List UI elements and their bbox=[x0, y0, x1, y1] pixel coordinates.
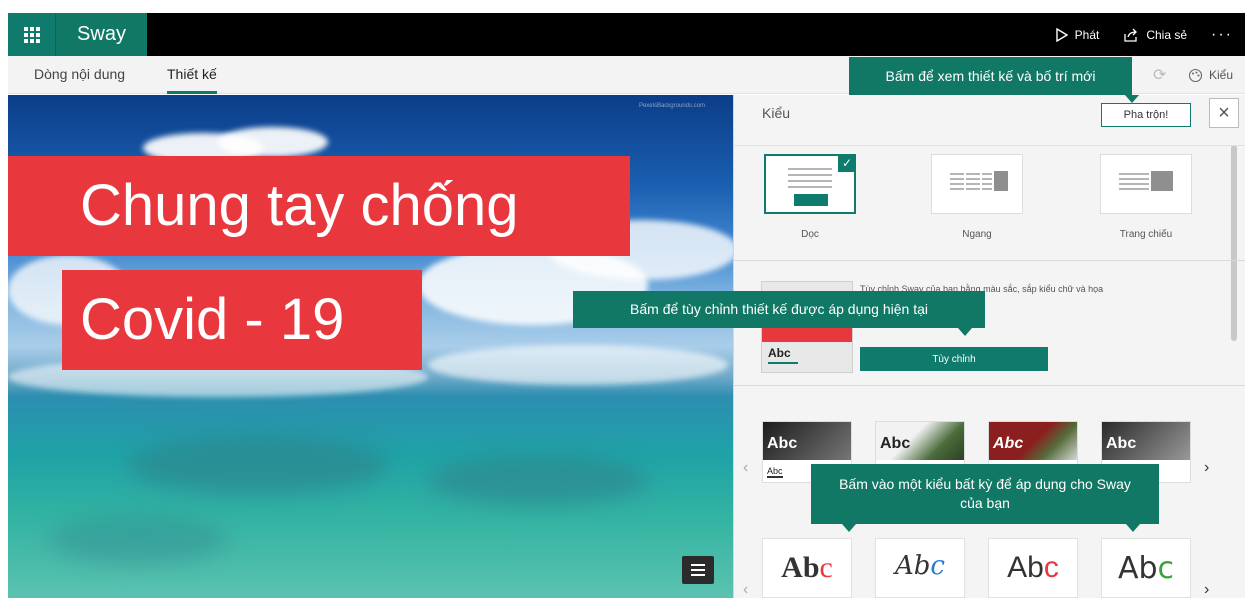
remix-button[interactable]: Pha trộn! bbox=[1101, 103, 1191, 127]
design-tooltip: Bấm để xem thiết kế và bố trí mới bbox=[849, 57, 1139, 103]
style-card-sample: Abc bbox=[880, 435, 911, 452]
font-style-sample: Abc bbox=[1007, 551, 1059, 584]
app-name[interactable]: Sway bbox=[55, 13, 147, 56]
checkmark-icon: ✓ bbox=[838, 154, 856, 172]
font-style-card[interactable]: Abc bbox=[762, 538, 852, 598]
share-label: Chia sẻ bbox=[1146, 27, 1188, 42]
image-watermark: PexelsBackgrounds.com bbox=[638, 103, 705, 109]
top-actions: Phát Chia sẻ ··· bbox=[1055, 13, 1245, 56]
styles-button[interactable]: Kiểu bbox=[1188, 56, 1233, 94]
layout-vertical[interactable]: ✓ Dọc bbox=[760, 154, 860, 240]
more-options-button[interactable]: ··· bbox=[1211, 26, 1233, 44]
prev-styles-button[interactable]: ‹ bbox=[743, 459, 748, 477]
title-caption-line-1: Chung tay chống bbox=[8, 156, 630, 256]
layout-slides-label: Trang chiếu bbox=[1119, 229, 1173, 240]
play-button[interactable]: Phát bbox=[1055, 27, 1100, 42]
style-card-subtext: Abc bbox=[767, 466, 783, 478]
style-card-sample: Abc bbox=[1106, 435, 1137, 452]
layout-vertical-thumbnail: ✓ bbox=[764, 154, 856, 214]
font-style-card[interactable]: Abc bbox=[875, 538, 965, 598]
share-button[interactable]: Chia sẻ bbox=[1123, 28, 1187, 42]
redo-icon: ⟳ bbox=[1153, 67, 1167, 84]
next-styles-button[interactable]: › bbox=[1204, 459, 1209, 477]
share-icon bbox=[1124, 28, 1138, 42]
layout-horizontal-thumbnail bbox=[931, 154, 1023, 214]
app-launcher-button[interactable] bbox=[8, 13, 55, 56]
play-icon bbox=[1055, 27, 1068, 42]
layout-horizontal-label: Ngang bbox=[962, 229, 992, 240]
font-style-sample: Abc bbox=[895, 551, 945, 581]
styles-button-label: Kiểu bbox=[1208, 68, 1233, 82]
tab-design[interactable]: Thiết kế bbox=[167, 56, 217, 94]
list-icon bbox=[691, 564, 705, 566]
layout-vertical-label: Dọc bbox=[801, 229, 819, 240]
waffle-icon bbox=[23, 26, 40, 43]
font-style-sample: Abc bbox=[781, 551, 833, 584]
style-tooltip-text: Bấm vào một kiểu bất kỳ để áp dụng cho S… bbox=[839, 476, 1131, 511]
navigation-menu-button[interactable] bbox=[682, 556, 714, 584]
font-style-card[interactable]: Abc bbox=[1101, 538, 1191, 598]
layout-slides[interactable]: Trang chiếu bbox=[1096, 154, 1196, 240]
layout-horizontal[interactable]: Ngang bbox=[927, 154, 1027, 240]
font-style-card[interactable]: Abc bbox=[988, 538, 1078, 598]
font-style-sample: Abc bbox=[1117, 551, 1175, 586]
sway-canvas-preview[interactable]: PexelsBackgrounds.com Chung tay chống Co… bbox=[8, 95, 733, 598]
style-tooltip: Bấm vào một kiểu bất kỳ để áp dụng cho S… bbox=[811, 464, 1159, 532]
close-icon: × bbox=[1218, 101, 1230, 124]
title-caption-line-2: Covid - 19 bbox=[62, 270, 422, 370]
close-pane-button[interactable]: × bbox=[1209, 98, 1239, 128]
customize-button[interactable]: Tùy chỉnh bbox=[860, 347, 1048, 371]
styles-pane-title: Kiểu bbox=[762, 105, 791, 121]
layout-options: ✓ Dọc Ngang Trang chiếu bbox=[734, 145, 1245, 258]
next-fonts-button[interactable]: › bbox=[1204, 581, 1209, 598]
tab-storyline[interactable]: Dòng nội dung bbox=[34, 56, 125, 94]
style-card-sample: Abc bbox=[767, 435, 798, 452]
customize-tooltip: Bấm để tùy chỉnh thiết kế được áp dụng h… bbox=[573, 291, 985, 336]
layout-slides-thumbnail bbox=[1100, 154, 1192, 214]
prev-fonts-button[interactable]: ‹ bbox=[743, 581, 748, 598]
app-header: Sway Phát Chia sẻ ··· bbox=[8, 13, 1245, 56]
styles-pane-header: Kiểu Pha trộn! × bbox=[734, 95, 1245, 133]
style-card-sample: Abc bbox=[993, 435, 1024, 452]
palette-icon bbox=[1188, 68, 1203, 82]
play-label: Phát bbox=[1074, 27, 1100, 42]
current-design-sample: Abc bbox=[768, 346, 791, 360]
